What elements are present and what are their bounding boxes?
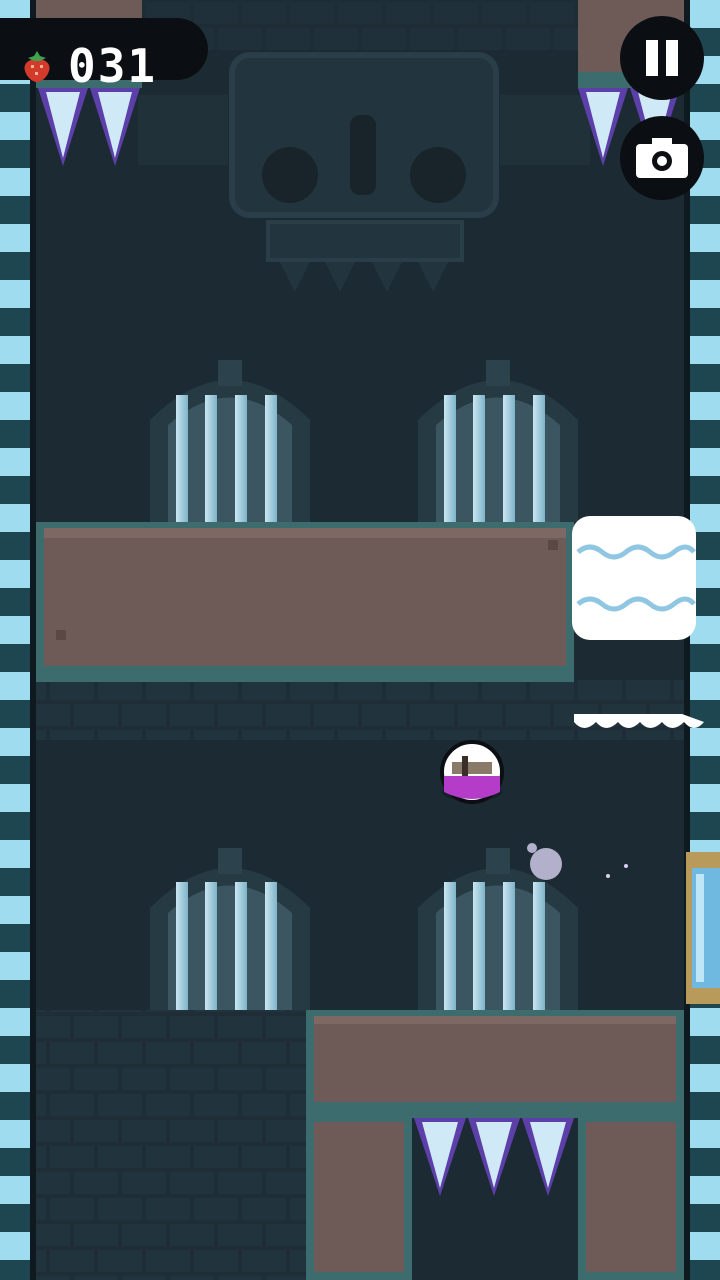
exit-door bbox=[686, 852, 720, 1004]
stone-platform-lower bbox=[306, 1010, 684, 1118]
strawberry-icon bbox=[24, 51, 50, 82]
player-character bbox=[440, 740, 504, 804]
camera-button[interactable] bbox=[620, 116, 704, 200]
game-scene bbox=[0, 0, 720, 1280]
left-ice-wall bbox=[0, 0, 34, 1280]
game-stage[interactable]: 031 bbox=[0, 0, 720, 1280]
pause-icon bbox=[646, 40, 678, 76]
ice-spikes-bottom bbox=[414, 1118, 574, 1196]
stone-pillar-lower-left bbox=[306, 1118, 412, 1280]
score-panel: 031 bbox=[0, 18, 208, 92]
score-value: 031 bbox=[68, 39, 158, 93]
camera-icon bbox=[636, 138, 688, 178]
pause-button[interactable] bbox=[620, 16, 704, 100]
stone-pillar-lower-right bbox=[578, 1118, 684, 1280]
stone-platform-middle bbox=[36, 522, 574, 682]
